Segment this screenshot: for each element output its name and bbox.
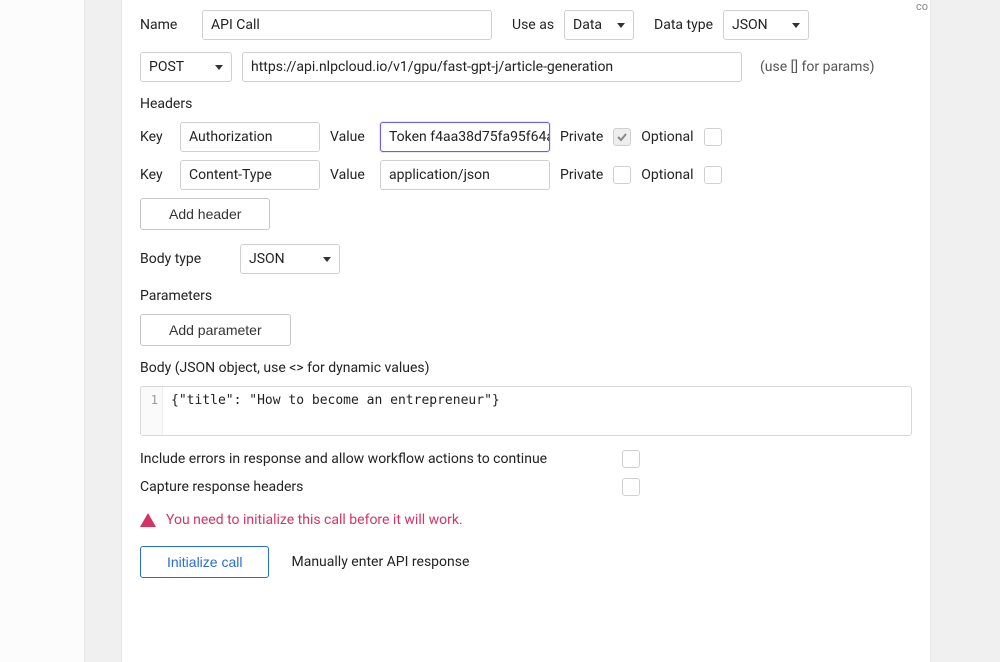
include-errors-checkbox[interactable]: [622, 450, 640, 468]
init-warning-text: You need to initialize this call before …: [166, 512, 463, 528]
check-icon: [616, 131, 628, 143]
caret-icon: [215, 65, 223, 70]
parameters-title: Parameters: [140, 288, 912, 304]
header-private-checkbox[interactable]: [613, 128, 631, 146]
code-content[interactable]: {"title": "How to become an entrepreneur…: [163, 387, 508, 435]
header-key-input[interactable]: Content-Type: [180, 160, 320, 190]
left-gutter: [0, 0, 85, 662]
add-parameter-button[interactable]: Add parameter: [140, 314, 291, 346]
header-row-0: Key Authorization Value Token f4aa38d75f…: [140, 122, 912, 152]
body-json-editor[interactable]: 1 {"title": "How to become an entreprene…: [140, 386, 912, 436]
init-warning: You need to initialize this call before …: [140, 512, 912, 528]
manual-response-link[interactable]: Manually enter API response: [291, 554, 469, 570]
header-optional-label: Optional: [641, 129, 693, 145]
body-json-label: Body (JSON object, use <> for dynamic va…: [140, 360, 912, 376]
include-errors-label: Include errors in response and allow wor…: [140, 451, 547, 467]
header-key-input[interactable]: Authorization: [180, 122, 320, 152]
body-type-label: Body type: [140, 251, 230, 267]
use-as-select[interactable]: Data: [564, 10, 634, 40]
caret-icon: [792, 23, 800, 28]
header-private-label: Private: [560, 167, 603, 183]
caret-icon: [323, 257, 331, 262]
initialize-call-button[interactable]: Initialize call: [140, 546, 269, 578]
include-errors-row: Include errors in response and allow wor…: [140, 450, 640, 468]
header-private-label: Private: [560, 129, 603, 145]
add-header-button[interactable]: Add header: [140, 198, 270, 230]
header-optional-checkbox[interactable]: [704, 128, 722, 146]
header-key-label: Key: [140, 129, 170, 145]
url-input[interactable]: https://api.nlpcloud.io/v1/gpu/fast-gpt-…: [242, 52, 742, 82]
use-as-value: Data: [573, 17, 602, 33]
header-optional-checkbox[interactable]: [704, 166, 722, 184]
header-value-label: Value: [330, 167, 370, 183]
capture-headers-row: Capture response headers: [140, 478, 640, 496]
body-type-select[interactable]: JSON: [240, 244, 340, 274]
method-url-row: POST https://api.nlpcloud.io/v1/gpu/fast…: [140, 52, 912, 82]
header-value-input[interactable]: application/json: [380, 160, 550, 190]
name-row: Name API Call Use as Data Data type JSON: [140, 10, 912, 40]
data-type-value: JSON: [732, 17, 768, 33]
data-type-label: Data type: [654, 17, 713, 33]
url-hint: (use [] for params): [760, 59, 875, 75]
code-gutter: 1: [141, 387, 163, 435]
header-value-label: Value: [330, 129, 370, 145]
http-method-select[interactable]: POST: [140, 52, 232, 82]
top-right-fragment: co: [916, 0, 928, 13]
headers-title: Headers: [140, 96, 912, 112]
header-key-label: Key: [140, 167, 170, 183]
capture-headers-label: Capture response headers: [140, 479, 303, 495]
body-type-row: Body type JSON: [140, 244, 912, 274]
header-optional-label: Optional: [641, 167, 693, 183]
header-value-input[interactable]: Token f4aa38d75fa95f64a: [380, 122, 550, 152]
body-type-value: JSON: [249, 251, 285, 267]
action-row: Initialize call Manually enter API respo…: [140, 546, 912, 578]
api-call-panel: co Name API Call Use as Data Data type J…: [121, 0, 931, 662]
warning-icon: [140, 513, 156, 527]
header-row-1: Key Content-Type Value application/json …: [140, 160, 912, 190]
capture-headers-checkbox[interactable]: [622, 478, 640, 496]
use-as-label: Use as: [512, 17, 554, 33]
name-label: Name: [140, 17, 192, 33]
data-type-select[interactable]: JSON: [723, 10, 809, 40]
name-input[interactable]: API Call: [202, 10, 492, 40]
header-private-checkbox[interactable]: [613, 166, 631, 184]
caret-icon: [617, 23, 625, 28]
http-method-value: POST: [149, 59, 184, 75]
